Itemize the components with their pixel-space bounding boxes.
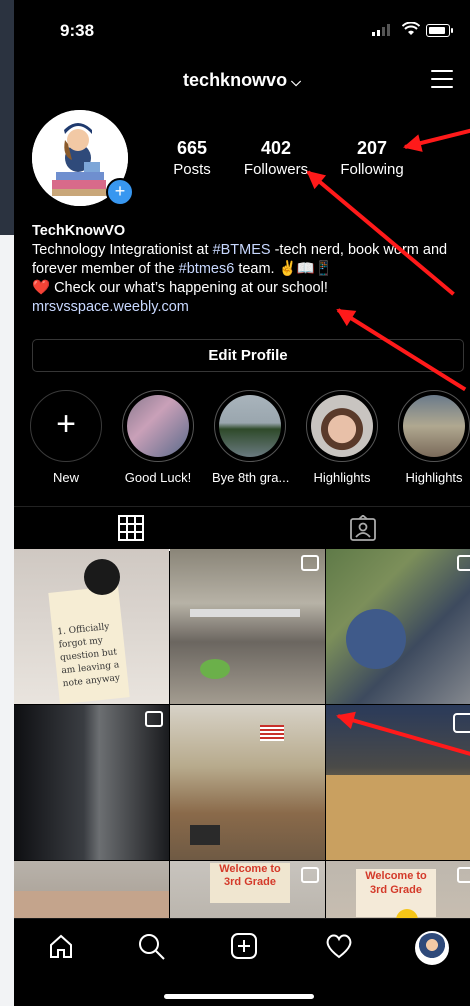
search-icon[interactable] xyxy=(138,933,166,961)
hamburger-menu-icon[interactable] xyxy=(431,70,453,88)
followers-count: 402 xyxy=(260,138,292,158)
highlight-label: Good Luck! xyxy=(124,470,192,485)
grid-icon[interactable] xyxy=(118,515,144,541)
highlight-new[interactable]: + New xyxy=(28,390,104,485)
post-thumbnail[interactable] xyxy=(326,549,470,704)
hashtag-link[interactable]: #BTMES xyxy=(213,242,271,258)
video-camera-icon xyxy=(453,713,470,733)
multiple-photos-icon xyxy=(301,555,319,571)
welcome-sign-text: Welcome to 3rd Grade xyxy=(210,863,290,903)
bottom-navigation xyxy=(14,918,470,1006)
multiple-photos-icon xyxy=(301,867,319,883)
plus-icon: + xyxy=(30,390,102,462)
profile-tabs xyxy=(14,506,470,551)
stat-posts[interactable]: 665 Posts xyxy=(152,138,232,178)
highlight-item[interactable]: Highlights xyxy=(396,390,470,485)
cell-signal-icon xyxy=(372,24,390,36)
heart-icon[interactable] xyxy=(325,933,353,959)
background-slide xyxy=(0,235,14,1006)
following-label: Following xyxy=(340,161,404,178)
highlight-item[interactable]: Good Luck! xyxy=(120,390,196,485)
highlight-label: Highlights xyxy=(405,470,463,485)
add-post-icon[interactable] xyxy=(231,933,257,959)
post-thumbnail[interactable] xyxy=(170,549,325,704)
username-switcher[interactable]: techknowvo ⌵ xyxy=(14,70,470,91)
edit-profile-button[interactable]: Edit Profile xyxy=(32,339,464,372)
home-icon[interactable] xyxy=(48,933,74,959)
highlight-item[interactable]: Highlights xyxy=(304,390,380,485)
post-note-text: 1. Officially forgot my question but am … xyxy=(56,622,121,690)
highlight-label: Bye 8th gra... xyxy=(212,470,290,485)
multiple-photos-icon xyxy=(145,711,163,727)
hashtag-link[interactable]: #btmes6 xyxy=(179,261,235,277)
highlight-label: New xyxy=(52,470,79,485)
multiple-photos-icon xyxy=(457,867,470,883)
username-label: techknowvo xyxy=(183,70,288,90)
annotation-arrow xyxy=(404,125,470,149)
status-time: 9:38 xyxy=(60,21,95,40)
battery-icon xyxy=(426,24,450,37)
tagged-photos-icon[interactable] xyxy=(350,515,376,541)
instagram-profile-screen: 9:38 techknowvo ⌵ + 665 Posts 402 Follow… xyxy=(14,0,470,1006)
bio-line: ❤️ Check our what’s happening at our sch… xyxy=(32,280,328,296)
profile-header: techknowvo ⌵ xyxy=(14,62,470,98)
profile-icon[interactable] xyxy=(415,931,449,965)
highlight-label: Highlights xyxy=(313,470,371,485)
welcome-sign-text: Welcome to 3rd Grade xyxy=(356,869,436,917)
post-thumbnail[interactable] xyxy=(14,705,169,860)
multiple-photos-icon xyxy=(457,555,470,571)
post-thumbnail[interactable]: 1. Officially forgot my question but am … xyxy=(14,549,169,704)
following-count: 207 xyxy=(356,138,388,158)
posts-count: 665 xyxy=(176,138,208,158)
status-bar: 9:38 xyxy=(14,0,470,60)
website-link[interactable]: mrsvsspace.weebly.com xyxy=(32,298,464,317)
battery-tip xyxy=(451,28,453,33)
posts-label: Posts xyxy=(173,161,211,178)
home-indicator xyxy=(164,994,314,999)
highlight-item[interactable]: Bye 8th gra... xyxy=(212,390,290,485)
post-thumbnail[interactable] xyxy=(170,705,325,860)
profile-bio: TechKnowVO Technology Integrationist at … xyxy=(32,222,464,317)
add-story-plus-icon[interactable]: + xyxy=(106,178,134,206)
stat-following[interactable]: 207 Following xyxy=(332,138,412,178)
wifi-icon xyxy=(402,22,420,35)
chevron-down-icon: ⌵ xyxy=(291,74,301,89)
display-name: TechKnowVO xyxy=(32,223,126,239)
